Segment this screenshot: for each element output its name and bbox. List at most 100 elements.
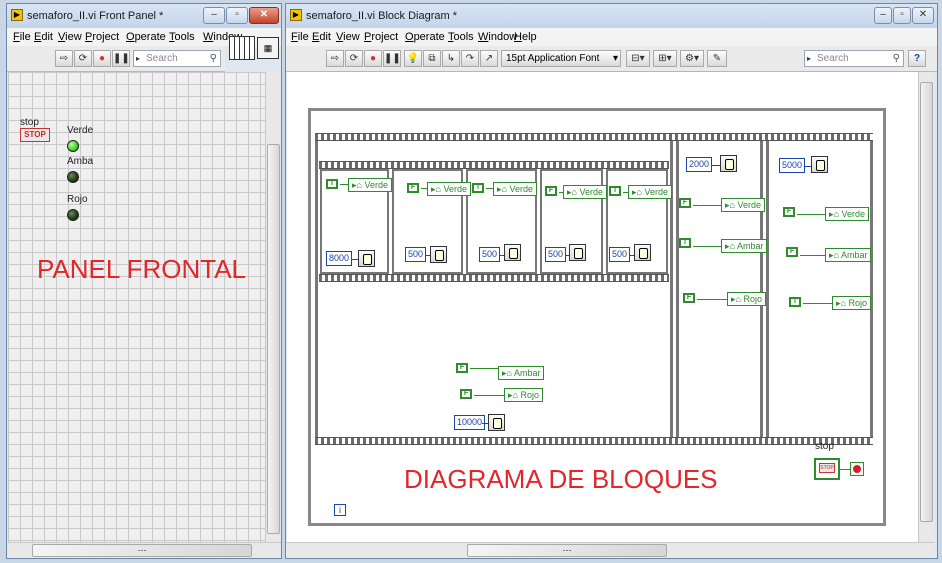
boolean-constant[interactable]: T [679, 238, 691, 248]
wait-ms-function-icon[interactable] [634, 244, 651, 261]
wait-ms-function-icon[interactable] [504, 244, 521, 261]
boolean-constant[interactable]: T [472, 183, 484, 193]
boolean-constant[interactable]: F [545, 186, 557, 196]
vi-connector-pane-icon[interactable] [229, 36, 255, 60]
wait-ms-constant[interactable]: 500 [405, 247, 427, 262]
menu-operate[interactable]: Operate [405, 31, 445, 43]
menu-file[interactable]: File [13, 31, 31, 43]
local-variable-rojo[interactable]: ▸⌂ Rojo [727, 292, 766, 306]
menu-tools[interactable]: Tools [169, 31, 195, 43]
abort-icon[interactable]: ● [93, 50, 111, 67]
local-variable-verde[interactable]: ▸⌂ Verde [493, 182, 537, 196]
wait-ms-function-icon[interactable] [488, 414, 505, 431]
menu-operate[interactable]: Operate [126, 31, 166, 43]
local-variable-ambar[interactable]: ▸⌂ Ambar [498, 366, 545, 380]
sequence-frame-1[interactable] [676, 141, 763, 437]
led-rojo[interactable] [67, 209, 79, 221]
front-panel-vertical-scrollbar[interactable] [265, 72, 281, 542]
local-variable-verde[interactable]: ▸⌂ Verde [563, 185, 607, 199]
boolean-constant[interactable]: F [679, 198, 691, 208]
wait-ms-constant[interactable]: 500 [609, 247, 631, 262]
search-icon[interactable]: ⚲ [210, 51, 217, 66]
led-amba[interactable] [67, 171, 79, 183]
retain-wire-values-icon[interactable]: ⧉ [423, 50, 441, 67]
local-variable-verde[interactable]: ▸⌂ Verde [628, 185, 672, 199]
menu-edit[interactable]: Edit [34, 31, 53, 43]
menu-window[interactable]: Window [478, 31, 517, 43]
maximize-button[interactable]: ▫ [226, 7, 248, 24]
boolean-constant[interactable]: T [609, 186, 621, 196]
boolean-constant[interactable]: F [783, 207, 795, 217]
local-variable-verde[interactable]: ▸⌂ Verde [427, 182, 471, 196]
menu-help[interactable]: Help [514, 31, 537, 43]
block-diagram-search-input[interactable]: ▸ Search ⚲ [804, 50, 904, 67]
front-panel-horizontal-scrollbar[interactable]: ⋯ [8, 542, 281, 558]
boolean-constant[interactable]: F [456, 363, 468, 373]
wait-ms-function-icon[interactable] [720, 155, 737, 172]
block-diagram-vertical-scrollbar[interactable] [918, 72, 934, 542]
wait-ms-function-icon[interactable] [569, 244, 586, 261]
pause-icon[interactable]: ❚❚ [112, 50, 130, 67]
boolean-constant[interactable]: F [786, 247, 798, 257]
local-variable-rojo[interactable]: ▸⌂ Rojo [504, 388, 543, 402]
front-panel-canvas[interactable] [8, 72, 265, 542]
led-verde[interactable] [67, 140, 79, 152]
wait-ms-constant[interactable]: 10000 [454, 415, 486, 430]
menu-view[interactable]: View [58, 31, 82, 43]
align-objects-icon[interactable]: ⊟▾ [626, 50, 650, 67]
minimize-button[interactable]: – [874, 7, 892, 24]
run-arrow-icon[interactable]: ⇨ [326, 50, 344, 67]
local-variable-rojo[interactable]: ▸⌂ Rojo [832, 296, 871, 310]
maximize-button[interactable]: ▫ [893, 7, 911, 24]
boolean-constant[interactable]: F [683, 293, 695, 303]
menu-project[interactable]: Project [364, 31, 398, 43]
close-button[interactable]: ✕ [249, 7, 279, 24]
boolean-constant[interactable]: F [407, 183, 419, 193]
close-button[interactable]: ✕ [912, 7, 934, 24]
menu-view[interactable]: View [336, 31, 360, 43]
vertical-scroll-thumb[interactable] [267, 144, 280, 534]
help-icon[interactable]: ? [908, 50, 926, 67]
menu-file[interactable]: File [291, 31, 309, 43]
boolean-constant[interactable]: F [460, 389, 472, 399]
horizontal-scroll-thumb[interactable]: ⋯ [32, 544, 252, 557]
wait-ms-constant[interactable]: 500 [545, 247, 567, 262]
stop-terminal[interactable]: STOP [814, 458, 840, 480]
loop-condition-terminal[interactable] [850, 462, 864, 476]
wait-ms-constant[interactable]: 5000 [779, 158, 806, 173]
wait-ms-constant[interactable]: 2000 [686, 157, 713, 172]
boolean-constant[interactable]: T [326, 179, 338, 189]
sequence-frame-2[interactable] [766, 141, 873, 437]
step-into-icon[interactable]: ↳ [442, 50, 460, 67]
step-out-icon[interactable]: ↗ [480, 50, 498, 67]
wait-ms-function-icon[interactable] [811, 156, 828, 173]
wait-ms-function-icon[interactable] [358, 250, 375, 267]
block-diagram-horizontal-scrollbar[interactable]: ⋯ [287, 542, 934, 558]
search-icon[interactable]: ⚲ [893, 51, 900, 66]
local-variable-ambar[interactable]: ▸⌂ Ambar [721, 239, 768, 253]
horizontal-scroll-thumb[interactable]: ⋯ [467, 544, 667, 557]
distribute-objects-icon[interactable]: ⊞▾ [653, 50, 677, 67]
wait-ms-function-icon[interactable] [430, 246, 447, 263]
vertical-scroll-thumb[interactable] [920, 82, 933, 522]
run-continuously-icon[interactable]: ⟳ [345, 50, 363, 67]
clean-up-diagram-icon[interactable]: ✎ [707, 50, 727, 67]
run-continuously-icon[interactable]: ⟳ [74, 50, 92, 67]
local-variable-verde[interactable]: ▸⌂ Verde [721, 198, 765, 212]
font-selector[interactable]: 15pt Application Font ▾ [501, 50, 621, 67]
highlight-execution-icon[interactable]: 💡 [404, 50, 422, 67]
vi-icon[interactable]: ▦ [257, 37, 279, 59]
stop-button[interactable]: STOP [20, 128, 50, 142]
front-panel-titlebar[interactable]: ▶ semaforo_II.vi Front Panel * – ▫ ✕ [7, 4, 281, 28]
abort-icon[interactable]: ● [364, 50, 382, 67]
menu-tools[interactable]: Tools [448, 31, 474, 43]
minimize-button[interactable]: – [203, 7, 225, 24]
menu-edit[interactable]: Edit [312, 31, 331, 43]
local-variable-verde[interactable]: ▸⌂ Verde [825, 207, 869, 221]
pause-icon[interactable]: ❚❚ [383, 50, 401, 67]
block-diagram-titlebar[interactable]: ▶ semaforo_II.vi Block Diagram * – ▫ ✕ [286, 4, 937, 28]
step-over-icon[interactable]: ↷ [461, 50, 479, 67]
reorder-icon[interactable]: ⚙▾ [680, 50, 704, 67]
wait-ms-constant[interactable]: 500 [479, 247, 501, 262]
local-variable-ambar[interactable]: ▸⌂ Ambar [825, 248, 872, 262]
